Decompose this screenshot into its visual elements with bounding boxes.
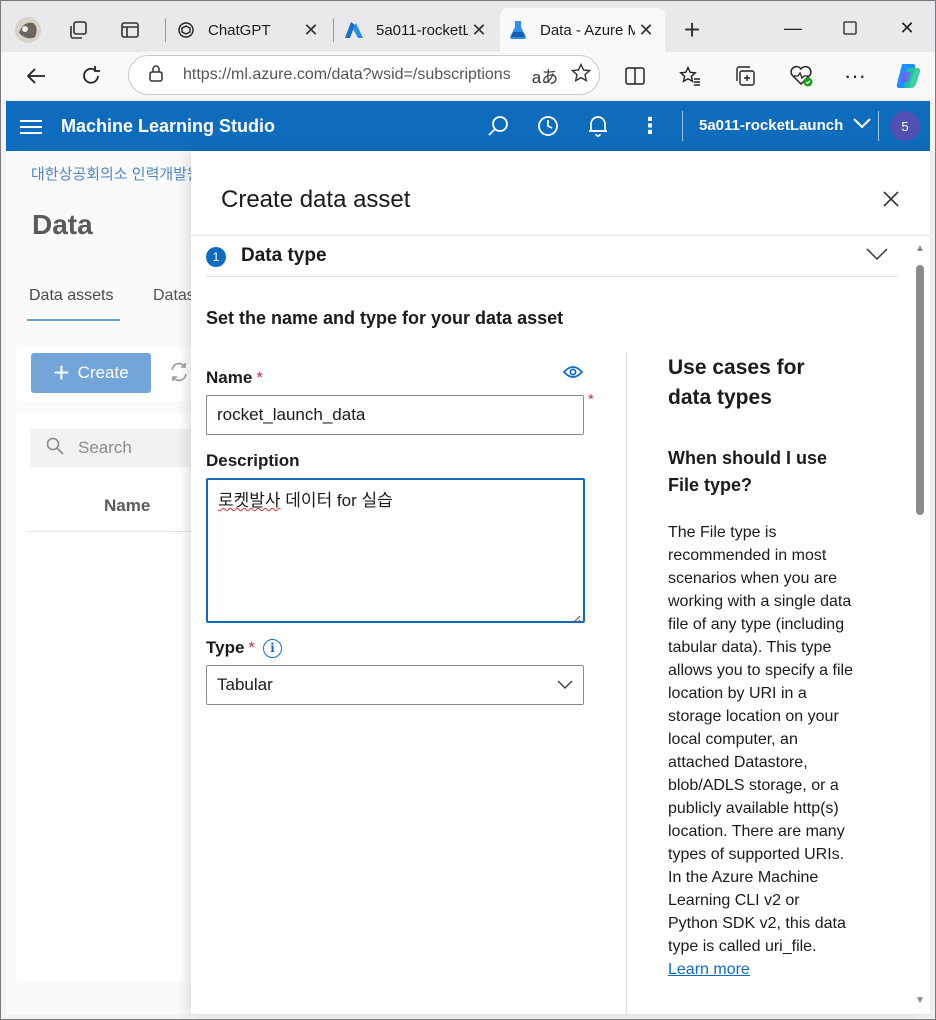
description-label: Description — [206, 451, 300, 470]
required-asterisk: * — [256, 368, 263, 387]
workspaces-icon[interactable] — [62, 14, 94, 46]
more-vertical-icon[interactable]: ⋮ — [636, 112, 664, 140]
close-tab-icon[interactable]: ✕ — [635, 20, 657, 41]
scroll-up-arrow-icon[interactable]: ▲ — [914, 243, 926, 255]
selected-tab-indicator — [27, 319, 120, 321]
toolbar: + Create — [16, 346, 216, 401]
eye-icon[interactable] — [562, 365, 585, 381]
read-aloud-icon[interactable]: aあ — [527, 63, 563, 88]
step-number-badge: 1 — [206, 247, 226, 267]
info-icon[interactable]: i — [263, 638, 283, 658]
new-tab-button[interactable]: + — [676, 14, 708, 46]
scroll-down-arrow-icon[interactable]: ▼ — [914, 995, 926, 1007]
tab-rocketlaunch[interactable]: 5a011-rocketLaunch ✕ — [336, 8, 498, 52]
profile-avatar-icon[interactable] — [12, 14, 44, 46]
help-body: The File type is recommended in most sce… — [668, 524, 853, 978]
more-options-icon[interactable]: ··· — [837, 60, 873, 92]
hamburger-menu-icon[interactable] — [20, 116, 42, 136]
url-text[interactable]: https://ml.azure.com/data?wsid=/subscrip… — [183, 66, 527, 84]
favorites-icon[interactable] — [672, 60, 708, 92]
refresh-icon[interactable] — [168, 361, 190, 389]
required-asterisk: * — [588, 391, 594, 408]
tab-title: ChatGPT — [208, 21, 271, 39]
split-screen-icon[interactable] — [617, 60, 653, 92]
user-avatar[interactable]: 5 — [890, 111, 920, 141]
divider — [626, 352, 627, 1014]
section-title: Set the name and type for your data asse… — [206, 308, 564, 328]
learn-more-link[interactable]: Learn more — [668, 961, 750, 978]
resize-grip-icon[interactable] — [571, 609, 581, 624]
maximize-icon[interactable] — [830, 12, 870, 44]
flask-icon — [508, 20, 528, 40]
type-dropdown[interactable]: Tabular — [206, 665, 584, 705]
address-bar: https://ml.azure.com/data?wsid=/subscrip… — [0, 52, 936, 100]
tab-title: 5a011-rocketLaunch — [376, 21, 468, 39]
history-clock-icon[interactable] — [534, 112, 562, 140]
step-title[interactable]: Data type — [241, 245, 327, 267]
required-asterisk: * — [248, 638, 256, 657]
misspelled-word: 로켓발사 — [218, 491, 281, 510]
type-label: Type * i — [206, 638, 283, 658]
divider — [191, 235, 930, 236]
name-field[interactable]: rocket_launch_data — [206, 395, 584, 435]
workspace-name: 5a011-rocketLaunch — [699, 117, 844, 134]
close-tab-icon[interactable]: ✕ — [468, 20, 490, 41]
type-selected-value: Tabular — [217, 675, 273, 694]
url-field[interactable]: https://ml.azure.com/data?wsid=/subscrip… — [128, 55, 600, 95]
help-question: When should I use File type? — [668, 448, 828, 495]
search-field[interactable]: Search — [30, 429, 216, 467]
tab-chatgpt[interactable]: ChatGPT ✕ — [168, 8, 330, 52]
scroll-thumb[interactable] — [916, 265, 924, 515]
chatgpt-icon — [176, 20, 196, 40]
chevron-down-icon — [853, 118, 872, 129]
close-icon[interactable] — [881, 189, 905, 213]
search-placeholder: Search — [78, 438, 132, 457]
refresh-icon[interactable] — [74, 60, 108, 92]
chevron-down-icon — [557, 680, 573, 690]
chevron-down-icon[interactable] — [866, 247, 888, 263]
browser-essentials-icon[interactable] — [783, 60, 819, 92]
plus-icon: + — [53, 357, 70, 388]
description-text: 데이터 for 실습 — [280, 491, 393, 510]
search-icon[interactable] — [484, 112, 512, 140]
column-header-name[interactable]: Name — [104, 496, 150, 516]
back-arrow-icon[interactable] — [19, 60, 53, 92]
panel-title: Create data asset — [221, 186, 411, 213]
data-asset-list: Search Name — [16, 413, 216, 983]
workspace-selector[interactable]: 5a011-rocketLaunch — [699, 117, 872, 134]
copilot-icon[interactable] — [890, 60, 926, 92]
description-textarea[interactable]: 로켓발사 데이터 for 실습 — [206, 478, 585, 624]
name-label: Name * — [206, 368, 263, 387]
close-tab-icon[interactable]: ✕ — [300, 20, 322, 41]
page-title: Data — [32, 209, 93, 240]
help-pane: Use cases for data types When should I u… — [668, 353, 853, 981]
create-data-asset-panel: Create data asset 1 Data type Set the na… — [191, 151, 930, 1014]
tab-data-azure[interactable]: Data - Azure Machine Learning ✕ — [500, 8, 665, 52]
lock-icon[interactable] — [149, 64, 167, 87]
create-label: Create — [77, 363, 129, 382]
tab-data-assets[interactable]: Data assets — [29, 287, 113, 305]
aml-header: Machine Learning Studio ⋮ 5a011-rocketLa… — [6, 101, 930, 151]
divider — [206, 276, 898, 277]
tab-title: Data - Azure Machine Learning — [540, 21, 635, 39]
help-title: Use cases for data types — [668, 356, 805, 409]
azure-icon — [344, 20, 364, 40]
close-window-icon[interactable]: ✕ — [887, 12, 927, 44]
create-button[interactable]: + Create — [31, 353, 151, 393]
app-title[interactable]: Machine Learning Studio — [61, 116, 275, 137]
minimize-icon[interactable]: — — [773, 12, 813, 44]
scrollbar[interactable]: ▲ ▼ — [914, 243, 926, 1011]
notifications-bell-icon[interactable] — [584, 112, 612, 140]
favorite-star-icon[interactable] — [563, 62, 599, 88]
divider — [28, 531, 216, 532]
tab-actions-icon[interactable] — [114, 14, 146, 46]
breadcrumb[interactable]: 대한상공회의소 인력개발원 — [31, 163, 201, 184]
browser-tab-bar: ChatGPT ✕ 5a011-rocketLaunch ✕ Data - Az… — [0, 0, 936, 58]
collections-icon[interactable] — [727, 60, 763, 92]
search-icon — [46, 437, 64, 460]
